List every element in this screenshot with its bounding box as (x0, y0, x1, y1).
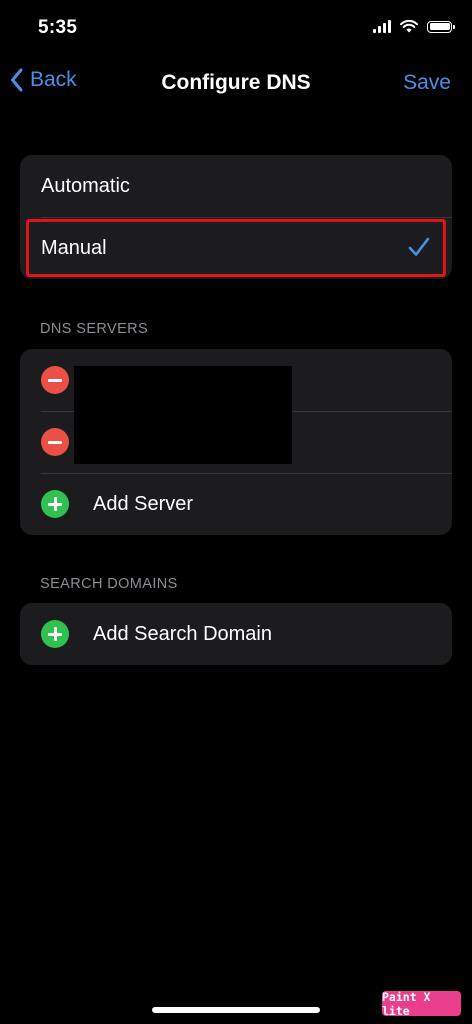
option-automatic[interactable]: Automatic (20, 155, 452, 217)
row-divider (41, 473, 452, 474)
add-server-button[interactable] (41, 490, 69, 518)
add-search-domain-row[interactable]: Add Search Domain (20, 603, 452, 665)
remove-server-button[interactable] (41, 366, 69, 394)
dns-servers-header: DNS SERVERS (40, 321, 149, 337)
option-manual-label: Manual (41, 236, 107, 259)
add-search-domain-label[interactable]: Add Search Domain (93, 623, 272, 646)
search-domains-header: SEARCH DOMAINS (40, 576, 178, 592)
option-manual[interactable]: Manual (20, 217, 452, 279)
option-automatic-label: Automatic (41, 174, 130, 197)
save-button[interactable]: Save (403, 71, 451, 95)
checkmark-icon (408, 237, 430, 256)
remove-server-button[interactable] (41, 428, 69, 456)
navigation-bar: Back Configure DNS Save (0, 56, 472, 112)
redacted-server-addresses (74, 366, 292, 464)
page-title: Configure DNS (161, 71, 311, 94)
dns-servers-group: Add Server (20, 349, 452, 535)
dns-mode-group: Automatic Manual (20, 155, 452, 279)
battery-icon (427, 20, 455, 33)
add-search-domain-button[interactable] (41, 620, 69, 648)
cellular-signal-icon (373, 20, 391, 33)
add-server-row[interactable]: Add Server (20, 473, 452, 535)
status-icons (373, 20, 455, 33)
home-indicator[interactable] (152, 1007, 320, 1013)
status-bar: 5:35 (0, 0, 472, 56)
search-domains-group: Add Search Domain (20, 603, 452, 665)
wifi-icon (400, 20, 418, 33)
status-time: 5:35 (38, 17, 78, 38)
add-server-label[interactable]: Add Server (93, 493, 193, 516)
row-divider (41, 217, 452, 218)
watermark-badge: Paint X lite (382, 990, 461, 1018)
